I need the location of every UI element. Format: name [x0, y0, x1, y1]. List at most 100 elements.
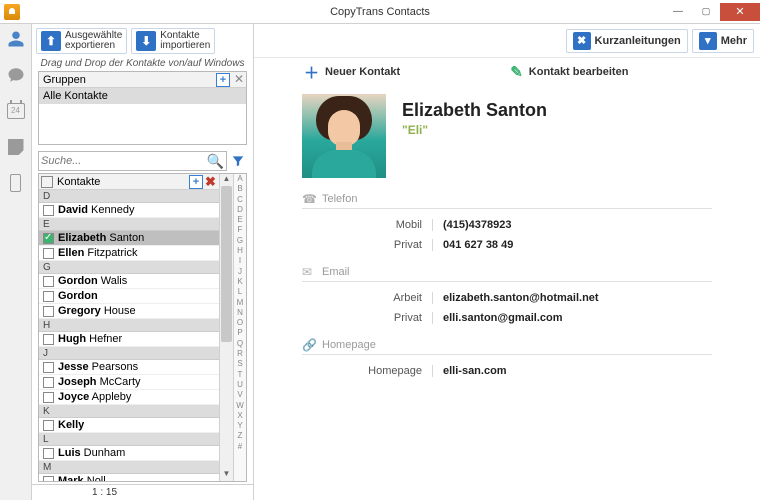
rail-notes-icon[interactable]: [5, 136, 27, 158]
export-selected-button[interactable]: ⬆ Ausgewählteexportieren: [36, 28, 127, 54]
alpha-letter[interactable]: W: [234, 401, 246, 411]
field-value: elli.santon@gmail.com: [432, 312, 563, 324]
window-maximize-button[interactable]: [692, 3, 720, 21]
scroll-down-icon[interactable]: ▼: [220, 469, 233, 481]
contact-checkbox[interactable]: [43, 476, 54, 482]
chevron-down-icon: ▾: [699, 32, 717, 50]
alpha-letter[interactable]: Y: [234, 421, 246, 431]
alphabet-index[interactable]: ABCDEFGHIJKLMNOPQRSTUVWXYZ#: [233, 174, 246, 481]
import-contacts-button[interactable]: ⬇ Kontakteimportieren: [131, 28, 215, 54]
alpha-letter[interactable]: #: [234, 442, 246, 452]
contact-name: Ellen Fitzpatrick: [58, 247, 137, 259]
groups-header-label: Gruppen: [43, 74, 86, 86]
contact-row[interactable]: Gordon Walis: [39, 274, 219, 289]
contact-row[interactable]: Hugh Hefner: [39, 332, 219, 347]
contact-checkbox[interactable]: [43, 392, 54, 403]
contact-row[interactable]: Kelly: [39, 418, 219, 433]
alpha-letter[interactable]: C: [234, 195, 246, 205]
delete-contact-button[interactable]: ✖: [205, 174, 219, 190]
window-title: CopyTrans Contacts: [0, 6, 760, 18]
contact-row[interactable]: Luis Dunham: [39, 446, 219, 461]
alpha-letter[interactable]: N: [234, 308, 246, 318]
scroll-up-icon[interactable]: ▲: [220, 174, 233, 186]
contact-checkbox[interactable]: [43, 420, 54, 431]
search-input[interactable]: [41, 155, 207, 167]
rail-messages-icon[interactable]: [5, 64, 27, 86]
alpha-letter[interactable]: U: [234, 380, 246, 390]
rail-contacts-icon[interactable]: [5, 28, 27, 50]
edit-contact-button[interactable]: ✎ Kontakt bearbeiten: [510, 63, 628, 81]
field-value: 041 627 38 49: [432, 239, 513, 251]
alpha-letter[interactable]: I: [234, 256, 246, 266]
section-letter: G: [39, 261, 219, 274]
alpha-letter[interactable]: R: [234, 349, 246, 359]
contact-checkbox[interactable]: [43, 291, 54, 302]
quickstart-button[interactable]: ✖ Kurzanleitungen: [566, 29, 688, 53]
field-label: Mobil: [302, 219, 432, 231]
alpha-letter[interactable]: X: [234, 411, 246, 421]
contact-checkbox[interactable]: [43, 276, 54, 287]
alpha-letter[interactable]: G: [234, 236, 246, 246]
contact-checkbox[interactable]: [43, 448, 54, 459]
alpha-letter[interactable]: M: [234, 298, 246, 308]
search-box[interactable]: 🔍: [38, 151, 227, 171]
alpha-letter[interactable]: D: [234, 205, 246, 215]
contact-checkbox[interactable]: [43, 334, 54, 345]
detail-field: Privatelli.santon@gmail.com: [302, 308, 712, 328]
contact-checkbox[interactable]: [43, 377, 54, 388]
alpha-letter[interactable]: E: [234, 215, 246, 225]
contact-name: Joyce Appleby: [58, 391, 131, 403]
contact-row[interactable]: Jesse Pearsons: [39, 360, 219, 375]
status-bar: 1 : 15: [32, 484, 253, 500]
contact-row[interactable]: Joseph McCarty: [39, 375, 219, 390]
contact-row[interactable]: Gordon: [39, 289, 219, 304]
new-contact-button[interactable]: ＋ Neuer Kontakt: [304, 62, 400, 83]
add-contact-button[interactable]: +: [189, 175, 203, 189]
alpha-letter[interactable]: H: [234, 246, 246, 256]
more-button[interactable]: ▾ Mehr: [692, 29, 754, 53]
group-row[interactable]: Alle Kontakte: [39, 88, 246, 104]
alpha-letter[interactable]: O: [234, 318, 246, 328]
rail-calendar-icon[interactable]: 24: [5, 100, 27, 122]
contact-row[interactable]: Joyce Appleby: [39, 390, 219, 405]
alpha-letter[interactable]: B: [234, 184, 246, 194]
contact-row[interactable]: David Kennedy: [39, 203, 219, 218]
contact-checkbox[interactable]: [43, 233, 54, 244]
detail-pane: ✖ Kurzanleitungen ▾ Mehr ＋ Neuer Kontakt…: [254, 24, 760, 500]
contact-row[interactable]: Ellen Fitzpatrick: [39, 246, 219, 261]
rail-device-icon[interactable]: [5, 172, 27, 194]
contact-checkbox[interactable]: [43, 306, 54, 317]
contact-checkbox[interactable]: [43, 362, 54, 373]
alpha-letter[interactable]: A: [234, 174, 246, 184]
add-group-button[interactable]: +: [216, 73, 230, 87]
alpha-letter[interactable]: P: [234, 328, 246, 338]
filter-button[interactable]: [229, 151, 247, 171]
alpha-letter[interactable]: F: [234, 225, 246, 235]
select-all-checkbox[interactable]: [41, 176, 53, 188]
field-label: Privat: [302, 239, 432, 251]
window-minimize-button[interactable]: [664, 3, 692, 21]
section-email: ✉Email Arbeitelizabeth.santon@hotmail.ne…: [302, 265, 712, 328]
contact-checkbox[interactable]: [43, 205, 54, 216]
contact-checkbox[interactable]: [43, 248, 54, 259]
alpha-letter[interactable]: L: [234, 287, 246, 297]
alpha-letter[interactable]: S: [234, 359, 246, 369]
delete-group-button[interactable]: ✕: [232, 73, 246, 87]
contact-row[interactable]: Gregory House: [39, 304, 219, 319]
contact-row[interactable]: Elizabeth Santon: [39, 231, 219, 246]
contact-name: Elizabeth Santon: [58, 232, 144, 244]
section-homepage: 🔗Homepage Homepageelli-san.com: [302, 338, 712, 381]
contact-name: Hugh Hefner: [58, 333, 122, 345]
section-letter: K: [39, 405, 219, 418]
alpha-letter[interactable]: Q: [234, 339, 246, 349]
search-icon[interactable]: 🔍: [207, 153, 224, 170]
window-close-button[interactable]: [720, 3, 760, 21]
alpha-letter[interactable]: J: [234, 267, 246, 277]
pencil-icon: ✎: [510, 63, 523, 81]
alpha-letter[interactable]: K: [234, 277, 246, 287]
alpha-letter[interactable]: T: [234, 370, 246, 380]
alpha-letter[interactable]: Z: [234, 431, 246, 441]
contacts-scrollbar[interactable]: ▲ ▼: [219, 174, 233, 481]
contact-row[interactable]: Mark Noll: [39, 474, 219, 481]
alpha-letter[interactable]: V: [234, 390, 246, 400]
